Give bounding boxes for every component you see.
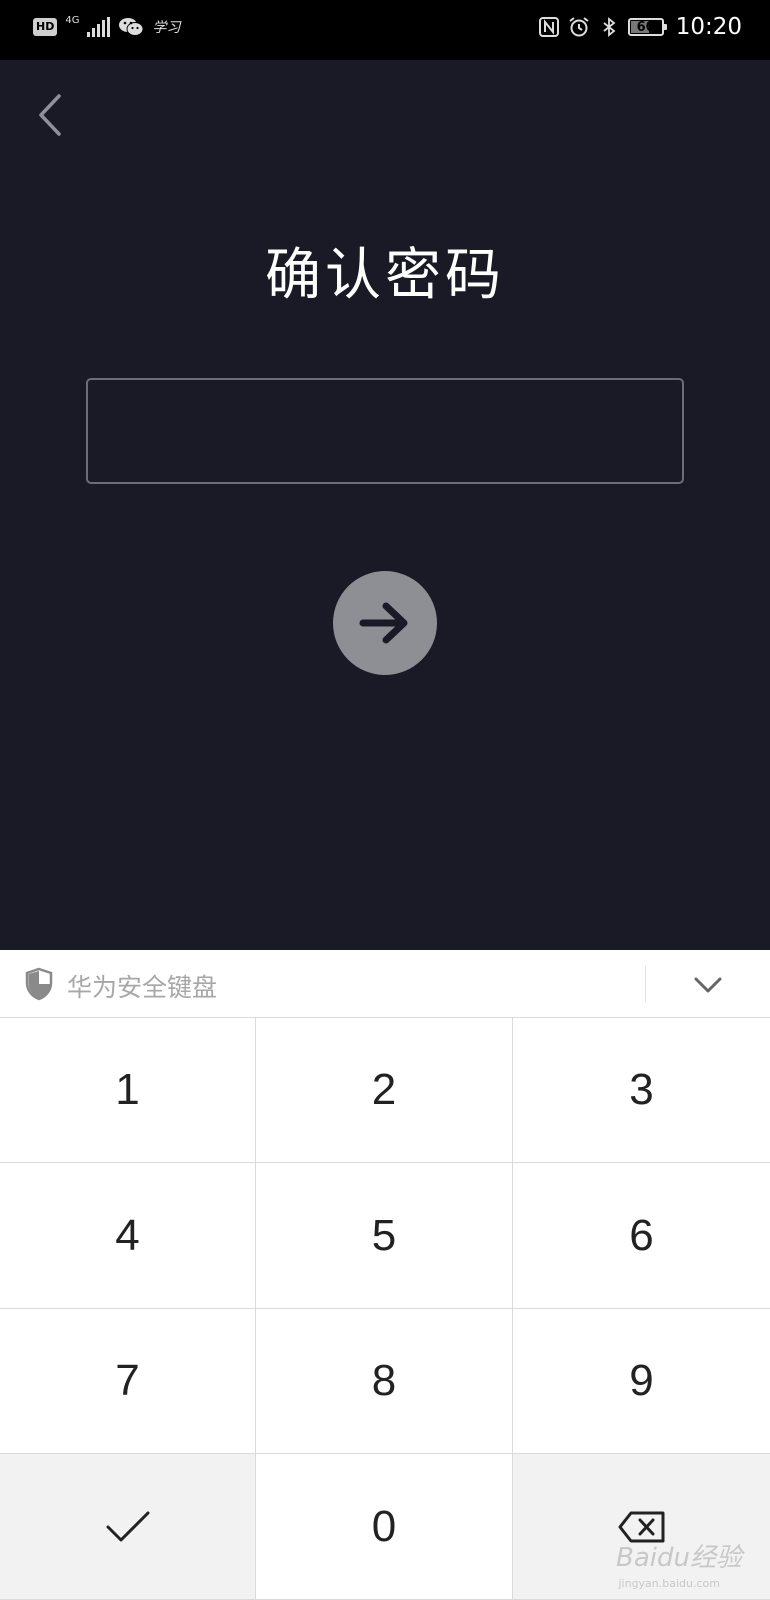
network-type: 4G bbox=[65, 15, 80, 26]
key-0[interactable]: 0 bbox=[256, 1454, 513, 1600]
keyboard-title: 华为安全键盘 bbox=[67, 973, 218, 1002]
confirm-key[interactable] bbox=[0, 1454, 256, 1600]
key-8[interactable]: 8 bbox=[256, 1309, 513, 1454]
wechat-icon bbox=[119, 18, 144, 36]
chevron-left-icon bbox=[39, 94, 61, 136]
hd-badge: HD bbox=[33, 18, 58, 36]
keyboard-header-divider bbox=[645, 966, 646, 1002]
key-7[interactable]: 7 bbox=[0, 1309, 256, 1454]
secure-keyboard: 华为安全键盘 1 2 3 4 5 6 7 8 9 0 Baidu经验 jingy… bbox=[0, 950, 770, 1600]
chevron-down-icon[interactable] bbox=[690, 968, 726, 1002]
battery-level: 60 bbox=[636, 19, 655, 35]
xuexi-app-icon: 学习 bbox=[152, 20, 181, 36]
signal-icon bbox=[87, 17, 111, 37]
clock: 10:20 bbox=[675, 14, 742, 40]
back-button[interactable] bbox=[30, 90, 70, 140]
key-4[interactable]: 4 bbox=[0, 1163, 256, 1309]
page-title: 确认密码 bbox=[265, 243, 505, 308]
key-9[interactable]: 9 bbox=[513, 1309, 770, 1454]
key-6[interactable]: 6 bbox=[513, 1163, 770, 1309]
key-5[interactable]: 5 bbox=[256, 1163, 513, 1309]
battery-icon: 60 bbox=[627, 18, 667, 36]
status-right: 60 10:20 bbox=[538, 14, 742, 40]
status-left: HD 4G 学习 bbox=[33, 15, 181, 37]
nfc-icon bbox=[538, 17, 559, 37]
alarm-icon bbox=[569, 17, 589, 37]
bluetooth-icon bbox=[603, 17, 616, 37]
next-button[interactable] bbox=[333, 571, 437, 675]
keyboard-header: 华为安全键盘 bbox=[0, 950, 770, 1018]
keypad: 1 2 3 4 5 6 7 8 9 0 bbox=[0, 1018, 770, 1600]
shield-icon bbox=[25, 967, 53, 1001]
watermark-url: jingyan.baidu.com bbox=[618, 1577, 720, 1590]
checkmark-icon bbox=[106, 1511, 149, 1541]
arrow-right-icon bbox=[359, 602, 408, 644]
key-1[interactable]: 1 bbox=[0, 1018, 256, 1163]
watermark-logo: Baidu经验 bbox=[616, 1543, 742, 1573]
status-bar: HD 4G 学习 60 10:20 bbox=[0, 0, 770, 60]
key-3[interactable]: 3 bbox=[513, 1018, 770, 1163]
password-input[interactable] bbox=[86, 378, 684, 484]
key-2[interactable]: 2 bbox=[256, 1018, 513, 1163]
